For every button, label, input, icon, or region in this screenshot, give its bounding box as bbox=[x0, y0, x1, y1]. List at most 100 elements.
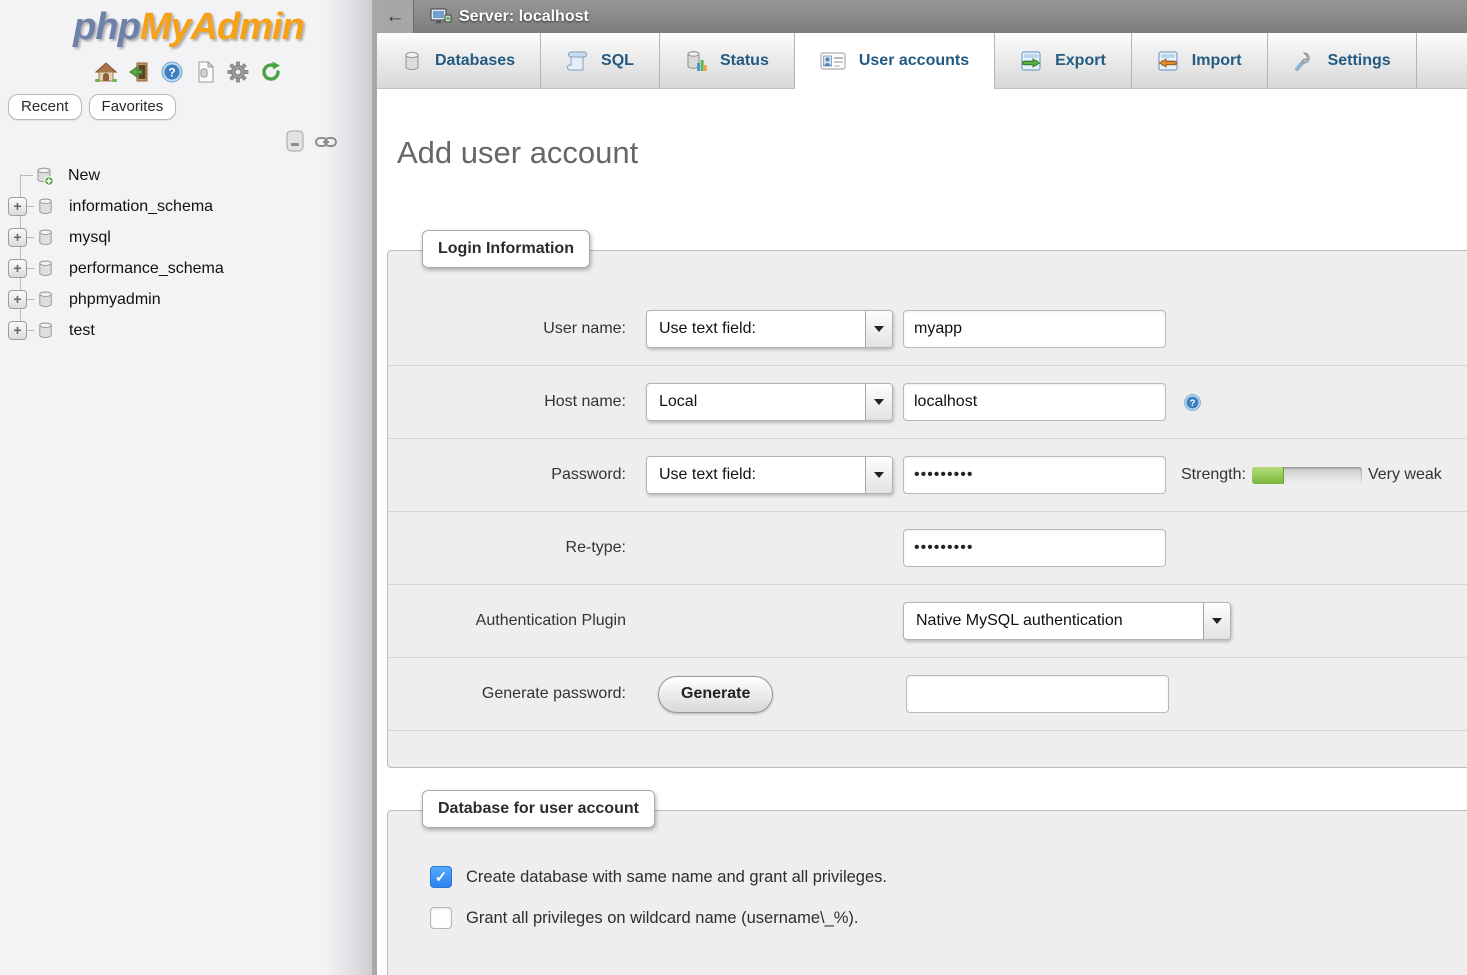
username-label: User name: bbox=[388, 320, 626, 338]
database-icon bbox=[36, 321, 55, 340]
password-input[interactable] bbox=[903, 456, 1166, 494]
tab-sql[interactable]: SQL bbox=[541, 33, 660, 88]
auth-plugin-label: Authentication Plugin bbox=[388, 612, 626, 630]
expand-icon[interactable]: + bbox=[8, 290, 27, 309]
grant-wildcard-checkbox[interactable] bbox=[430, 907, 452, 929]
tab-label: Settings bbox=[1328, 52, 1391, 70]
retype-label: Re-type: bbox=[388, 539, 626, 557]
generate-password-label: Generate password: bbox=[388, 685, 626, 703]
tree-item-label: test bbox=[69, 322, 95, 340]
server-icon bbox=[430, 8, 452, 26]
database-icon bbox=[36, 228, 55, 247]
logout-icon[interactable] bbox=[127, 60, 151, 84]
password-type-select[interactable]: Use text field: bbox=[646, 456, 893, 494]
username-type-select[interactable]: Use text field: bbox=[646, 310, 893, 348]
tab-user-accounts[interactable]: User accounts bbox=[795, 33, 995, 89]
create-database-option: ✓ Create database with same name and gra… bbox=[430, 866, 1467, 888]
auth-plugin-row: Authentication Plugin Native MySQL authe… bbox=[388, 585, 1467, 658]
database-for-user-fieldset: Database for user account ✓ Create datab… bbox=[387, 810, 1467, 975]
login-information-legend: Login Information bbox=[422, 230, 590, 268]
tab-label: SQL bbox=[601, 52, 634, 70]
tab-label: Status bbox=[720, 52, 769, 70]
tab-import[interactable]: Import bbox=[1132, 33, 1268, 88]
hostname-type-select[interactable]: Local bbox=[646, 383, 893, 421]
tree-item-test[interactable]: + test bbox=[0, 315, 377, 346]
main-tab-bar: Databases SQL Status bbox=[377, 33, 1467, 89]
tree-item-label: phpmyadmin bbox=[69, 291, 161, 309]
generate-password-row: Generate password: Generate bbox=[388, 658, 1467, 731]
password-label: Password: bbox=[388, 466, 626, 484]
tab-settings[interactable]: Settings bbox=[1268, 33, 1417, 88]
create-database-checkbox[interactable]: ✓ bbox=[430, 866, 452, 888]
hostname-help-icon[interactable]: ? bbox=[1183, 393, 1202, 412]
tree-item-label: New bbox=[68, 167, 100, 185]
password-row: Password: Use text field: Strength: Very… bbox=[388, 439, 1467, 512]
favorite-tables-button[interactable]: Favorites bbox=[89, 94, 177, 120]
username-input[interactable] bbox=[903, 310, 1166, 348]
quick-access-buttons: Recent Favorites bbox=[8, 94, 377, 120]
svg-text:?: ? bbox=[168, 66, 175, 80]
expand-icon[interactable]: + bbox=[8, 197, 27, 216]
chevron-down-icon bbox=[865, 311, 892, 347]
generated-password-input[interactable] bbox=[906, 675, 1169, 713]
tree-item-information-schema[interactable]: + information_schema bbox=[0, 191, 377, 222]
phpmyadmin-logo[interactable]: phpMyAdmin bbox=[0, 6, 377, 49]
tree-item-performance-schema[interactable]: + performance_schema bbox=[0, 253, 377, 284]
generate-button[interactable]: Generate bbox=[658, 676, 773, 713]
logo-myadmin-text: MyAdmin bbox=[140, 6, 304, 48]
strength-meter bbox=[1252, 467, 1362, 484]
database-icon bbox=[402, 50, 422, 72]
tree-item-new-database[interactable]: New bbox=[0, 160, 377, 191]
page-content: Add user account Login Information User … bbox=[377, 89, 1467, 975]
create-database-label[interactable]: Create database with same name and grant… bbox=[466, 868, 887, 887]
expand-icon[interactable]: + bbox=[8, 259, 27, 278]
link-panel-icon[interactable] bbox=[315, 135, 337, 149]
tree-item-mysql[interactable]: + mysql bbox=[0, 222, 377, 253]
documentation-icon[interactable] bbox=[193, 60, 217, 84]
refresh-icon[interactable] bbox=[259, 60, 283, 84]
help-icon[interactable]: ? bbox=[160, 60, 184, 84]
server-breadcrumb-label: Server: localhost bbox=[459, 8, 589, 26]
logo-php-text: php bbox=[73, 6, 140, 48]
strength-value: Very weak bbox=[1368, 466, 1442, 484]
import-icon bbox=[1157, 50, 1179, 72]
database-for-user-legend: Database for user account bbox=[422, 790, 655, 828]
database-icon bbox=[36, 259, 55, 278]
database-tree: New + information_schema + mysql + perfo… bbox=[0, 160, 377, 346]
expand-icon[interactable]: + bbox=[8, 228, 27, 247]
strength-label: Strength: bbox=[1181, 466, 1246, 484]
settings-icon[interactable] bbox=[226, 60, 250, 84]
page-title: Add user account bbox=[397, 135, 1467, 171]
tab-export[interactable]: Export bbox=[995, 33, 1132, 88]
recent-tables-button[interactable]: Recent bbox=[8, 94, 82, 120]
back-arrow-button[interactable]: ← bbox=[377, 0, 414, 33]
tab-databases[interactable]: Databases bbox=[377, 33, 541, 88]
auth-plugin-select[interactable]: Native MySQL authentication bbox=[903, 602, 1231, 640]
sql-icon bbox=[566, 50, 588, 72]
collapse-all-icon[interactable] bbox=[284, 130, 306, 154]
password-strength: Strength: Very weak bbox=[1181, 466, 1442, 484]
svg-text:?: ? bbox=[1190, 398, 1196, 409]
chevron-down-icon bbox=[1203, 603, 1230, 639]
database-icon bbox=[36, 290, 55, 309]
username-row: User name: Use text field: bbox=[388, 293, 1467, 366]
tree-item-phpmyadmin[interactable]: + phpmyadmin bbox=[0, 284, 377, 315]
strength-fill bbox=[1252, 467, 1284, 484]
expand-icon[interactable]: + bbox=[8, 321, 27, 340]
retype-password-input[interactable] bbox=[903, 529, 1166, 567]
tree-controls bbox=[0, 130, 377, 154]
grant-wildcard-label[interactable]: Grant all privileges on wildcard name (u… bbox=[466, 909, 859, 928]
tree-item-label: performance_schema bbox=[69, 260, 224, 278]
export-icon bbox=[1020, 50, 1042, 72]
tab-label: Export bbox=[1055, 52, 1106, 70]
home-icon[interactable] bbox=[94, 60, 118, 84]
tab-status[interactable]: Status bbox=[660, 33, 795, 88]
sidebar-toolbar: ? bbox=[0, 59, 377, 85]
retype-row: Re-type: bbox=[388, 512, 1467, 585]
tree-item-label: mysql bbox=[69, 229, 111, 247]
hostname-input[interactable] bbox=[903, 383, 1166, 421]
tree-item-label: information_schema bbox=[69, 198, 213, 216]
tab-label: User accounts bbox=[859, 52, 969, 70]
tab-label: Databases bbox=[435, 52, 515, 70]
hostname-row: Host name: Local ? bbox=[388, 366, 1467, 439]
